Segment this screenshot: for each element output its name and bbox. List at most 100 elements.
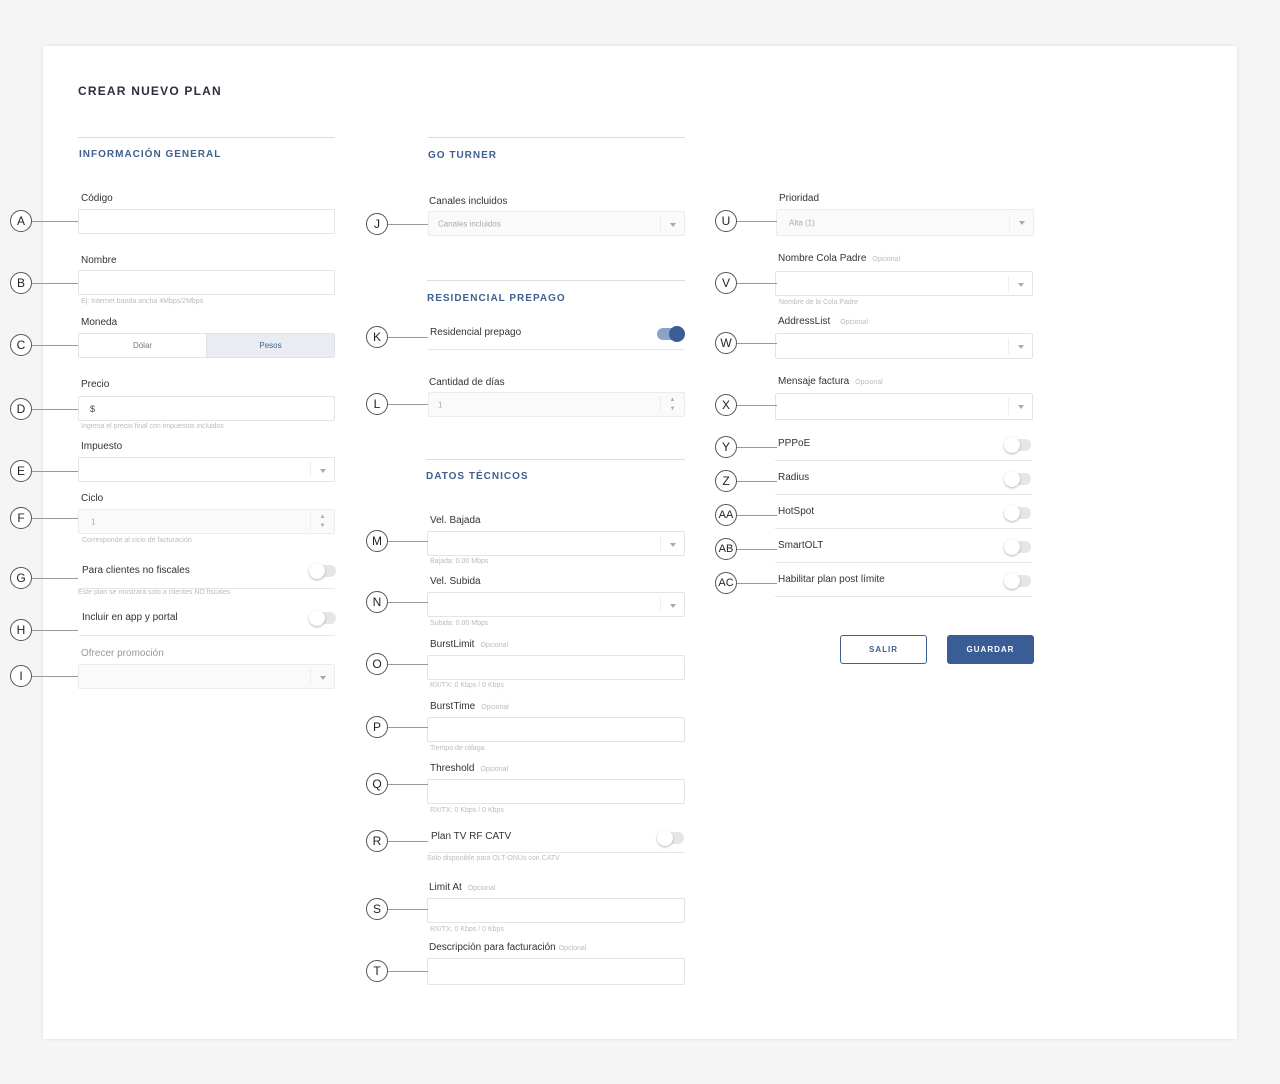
bursttime-label: BurstTime Opcional [430,701,509,712]
catv-toggle[interactable] [657,830,684,846]
no-fiscales-label: Para clientes no fiscales [82,565,190,576]
prepago-label: Residencial prepago [430,327,522,338]
smartolt-row: SmartOLT [775,538,1032,563]
marker-ac: AC [715,572,737,594]
promocion-select[interactable] [78,664,335,689]
general-section-title: INFORMACIÓN GENERAL [79,149,222,160]
postlimite-toggle[interactable] [1004,573,1031,589]
precio-hint: Ingresa el precio final con impuestos in… [81,423,224,430]
precio-prefix: $ [90,403,96,414]
marker-q: Q [366,773,388,795]
bajada-select[interactable] [427,531,685,556]
impuesto-select[interactable] [78,457,335,482]
marker-j: J [366,213,388,235]
marker-k: K [366,326,388,348]
canales-select[interactable]: Canales incluidos [428,211,685,236]
section-divider [78,137,335,138]
number-stepper-icon[interactable]: ▲ ▼ [310,513,334,530]
burstlimit-input[interactable] [427,655,685,680]
nombre-input[interactable] [78,270,335,295]
marker-line [737,343,777,344]
threshold-label: Threshold Opcional [430,763,509,774]
moneda-segmented-control[interactable]: Dólar Pesos [78,333,335,358]
addresslist-select[interactable] [775,333,1033,359]
prioridad-value: Alta (1) [789,218,815,227]
marker-s: S [366,898,388,920]
threshold-input[interactable] [427,779,685,804]
no-fiscales-row: Para clientes no fiscales [79,563,336,589]
moneda-option-dolar[interactable]: Dólar [79,334,206,357]
marker-line [388,337,428,338]
descripcion-input[interactable] [427,958,685,985]
marker-v: V [715,272,737,294]
catv-row: Plan TV RF CATV [428,829,685,853]
bursttime-input[interactable] [427,717,685,742]
marker-line [737,283,777,284]
incluir-app-toggle[interactable] [309,610,336,626]
impuesto-label: Impuesto [81,441,123,452]
cola-hint: Nombre de la Cola Padre [779,299,858,306]
marker-p: P [366,716,388,738]
ciclo-number-input[interactable]: 1 ▲ ▼ [78,509,335,534]
marker-u: U [715,210,737,232]
marker-line [32,676,78,677]
marker-aa: AA [715,504,737,526]
catv-hint: Solo disponible para OLT-ONUs con CATV [427,855,560,862]
guardar-button[interactable]: GUARDAR [947,635,1034,664]
prepago-row: Residencial prepago [427,325,685,350]
prepago-section-title: RESIDENCIAL PREPAGO [427,293,566,304]
prioridad-label: Prioridad [779,193,820,204]
marker-line [388,909,428,910]
limitat-hint: RX/TX: 0 Kbps / 0 Kbps [430,926,504,933]
marker-f: F [10,507,32,529]
marker-line [388,602,428,603]
incluir-app-label: Incluir en app y portal [82,612,178,623]
radius-toggle[interactable] [1004,471,1031,487]
cola-select[interactable] [775,271,1033,296]
no-fiscales-toggle[interactable] [309,563,336,579]
chevron-down-icon [660,597,684,612]
marker-line [32,630,78,631]
pppoe-label: PPPoE [778,438,811,449]
hotspot-toggle[interactable] [1004,505,1031,521]
number-stepper-icon[interactable]: ▲ ▼ [660,396,684,413]
subida-select[interactable] [427,592,685,617]
marker-b: B [10,272,32,294]
chevron-down-icon [1008,398,1032,415]
marker-c: C [10,334,32,356]
bursttime-hint: Tiempo de ráfaga [430,745,485,752]
subida-label: Vel. Subida [430,576,481,587]
addresslist-label: AddressList Opcional [778,316,868,327]
pppoe-toggle[interactable] [1004,437,1031,453]
mensaje-select[interactable] [775,393,1033,420]
marker-line [737,405,777,406]
prepago-toggle[interactable] [657,326,685,342]
mensaje-label: Mensaje factura Opcional [778,376,883,387]
marker-line [388,664,428,665]
precio-input[interactable]: $ [78,396,335,421]
moneda-option-pesos[interactable]: Pesos [206,334,334,357]
hotspot-label: HotSpot [778,506,815,517]
cola-label: Nombre Cola Padre Opcional [778,253,901,264]
marker-line [737,515,777,516]
marker-l: L [366,393,388,415]
smartolt-toggle[interactable] [1004,539,1031,555]
nombre-hint: Ej: Internet banda ancha 4Mbps/2Mbps [81,298,204,305]
marker-w: W [715,332,737,354]
codigo-input[interactable] [78,209,335,234]
ciclo-value: 1 [91,517,96,526]
section-divider [426,459,685,460]
prioridad-select[interactable]: Alta (1) [776,209,1034,236]
limitat-input[interactable] [427,898,685,923]
dias-number-input[interactable]: 1 ▲ ▼ [428,392,685,417]
marker-line [388,971,428,972]
salir-button[interactable]: SALIR [840,635,927,664]
marker-g: G [10,567,32,589]
marker-line [737,447,777,448]
marker-line [388,841,428,842]
marker-line [737,221,777,222]
limitat-label: Limit At Opcional [429,882,496,893]
chevron-down-icon [660,536,684,551]
marker-d: D [10,398,32,420]
chevron-down-icon [1008,276,1032,291]
